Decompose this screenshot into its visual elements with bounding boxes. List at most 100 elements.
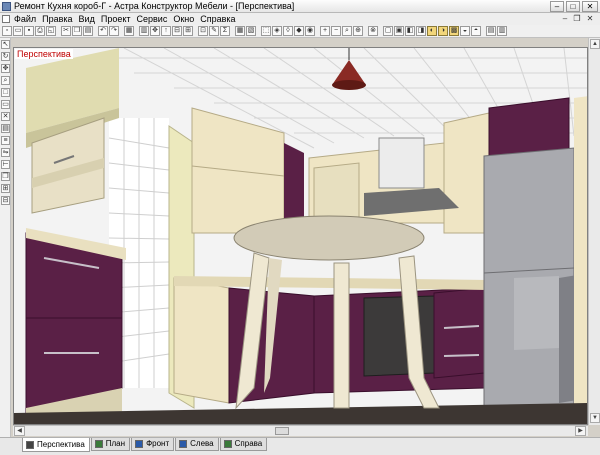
document-icon[interactable]	[2, 15, 10, 23]
tex-icon[interactable]: ▩	[449, 26, 459, 36]
zoom-icon[interactable]: ⌕	[1, 76, 10, 85]
target-icon[interactable]: ⊗	[368, 26, 378, 36]
align-icon[interactable]: ≡	[1, 136, 10, 145]
toolbar-separator	[194, 26, 197, 36]
scroll-down-icon[interactable]: ▼	[590, 413, 600, 423]
right-icon	[223, 440, 232, 448]
undo-icon[interactable]: ↶	[98, 26, 108, 36]
tab-label: Справа	[234, 439, 263, 448]
open-icon[interactable]: ▭	[13, 26, 23, 36]
pointer-icon[interactable]: ↖	[1, 40, 10, 49]
table-icon[interactable]: ▦	[124, 26, 134, 36]
render-icon[interactable]: ◐	[427, 26, 437, 36]
tab-label: Фронт	[146, 439, 170, 448]
shade-icon[interactable]: ◑	[438, 26, 448, 36]
view1-icon[interactable]: ▢	[383, 26, 393, 36]
toolbar-separator	[316, 26, 319, 36]
zoom-in-icon[interactable]: +	[320, 26, 330, 36]
tab-left[interactable]: Слева	[175, 438, 219, 451]
zoom-all-icon[interactable]: ⊕	[353, 26, 363, 36]
view4-icon[interactable]: ◨	[416, 26, 426, 36]
toolbar-separator	[482, 26, 485, 36]
mat-icon[interactable]: ◉	[305, 26, 315, 36]
frame-icon[interactable]: ⊞	[183, 26, 193, 36]
mdi-restore-button[interactable]: ❐	[572, 14, 582, 23]
scroll-up-icon[interactable]: ▲	[590, 39, 600, 49]
edit-icon[interactable]: ✎	[209, 26, 219, 36]
toolbar-separator	[364, 26, 367, 36]
toolbar-separator	[231, 26, 234, 36]
menu-item-3[interactable]: Проект	[101, 14, 131, 24]
menu-item-6[interactable]: Справка	[200, 14, 235, 24]
copy-icon[interactable]: ❐	[72, 26, 82, 36]
perspective-icon	[26, 440, 34, 449]
save-icon[interactable]: ▪	[24, 26, 34, 36]
lock-icon[interactable]: ⊡	[198, 26, 208, 36]
up-icon[interactable]: ↑	[161, 26, 171, 36]
menu-item-4[interactable]: Сервис	[137, 14, 168, 24]
cam-icon[interactable]: ◓	[471, 26, 481, 36]
toolbar-separator	[257, 26, 260, 36]
menu-item-2[interactable]: Вид	[79, 14, 95, 24]
cube-icon[interactable]: ◈	[272, 26, 282, 36]
ungroup-icon[interactable]: ⊟	[1, 196, 10, 205]
group-icon[interactable]: ⊞	[1, 184, 10, 193]
preview-icon[interactable]: ◱	[46, 26, 56, 36]
measure-icon[interactable]: ⊢	[1, 160, 10, 169]
menu-item-5[interactable]: Окно	[173, 14, 194, 24]
grid-icon[interactable]: ▦	[235, 26, 245, 36]
pan-icon[interactable]: ✥	[1, 64, 10, 73]
mdi-minimize-button[interactable]: –	[560, 14, 570, 23]
light-icon[interactable]: ◒	[460, 26, 470, 36]
perspective-viewport[interactable]: Перспектива	[13, 47, 588, 425]
horizontal-scroll-thumb[interactable]	[275, 427, 289, 435]
tab-label: План	[105, 439, 126, 448]
edge-icon[interactable]: ◊	[283, 26, 293, 36]
scroll-right-icon[interactable]: ▶	[575, 426, 586, 436]
copy-tool-icon[interactable]: ❐	[1, 172, 10, 181]
rotate-icon[interactable]: ↻	[1, 52, 10, 61]
view2-icon[interactable]: ▣	[394, 26, 404, 36]
scroll-left-icon[interactable]: ◀	[14, 426, 25, 436]
front-icon	[135, 440, 144, 448]
print-icon[interactable]: ⎙	[35, 26, 45, 36]
delete-tool-icon[interactable]: ✕	[1, 112, 10, 121]
menu-item-1[interactable]: Правка	[42, 14, 72, 24]
move-icon[interactable]: ✥	[150, 26, 160, 36]
view5-icon[interactable]: ▤	[486, 26, 496, 36]
zoom-out-icon[interactable]: −	[331, 26, 341, 36]
view6-icon[interactable]: ▥	[497, 26, 507, 36]
panel-tool-icon[interactable]: ▭	[1, 100, 10, 109]
menu-item-0[interactable]: Файл	[14, 14, 36, 24]
toolbar-separator	[135, 26, 138, 36]
minimize-button[interactable]: –	[550, 1, 564, 12]
box-tool-icon[interactable]: □	[1, 88, 10, 97]
box-icon[interactable]: ⬚	[261, 26, 271, 36]
redo-icon[interactable]: ↷	[109, 26, 119, 36]
zoom-fit-icon[interactable]: ⌕	[342, 26, 352, 36]
maximize-button[interactable]: □	[566, 1, 580, 12]
sum-icon[interactable]: Σ	[220, 26, 230, 36]
detail-icon[interactable]: ▥	[139, 26, 149, 36]
grid2-icon[interactable]: ▧	[246, 26, 256, 36]
tab-perspective[interactable]: Перспектива	[22, 438, 90, 452]
view3-icon[interactable]: ◧	[405, 26, 415, 36]
mirror-icon[interactable]: ⇋	[1, 148, 10, 157]
layers-icon[interactable]: ▤	[1, 124, 10, 133]
vertical-scrollbar[interactable]: ▲ ▼	[588, 38, 600, 425]
horizontal-scrollbar[interactable]: ◀ ▶	[13, 425, 588, 436]
paint-icon[interactable]: ◆	[294, 26, 304, 36]
toolbar-separator	[120, 26, 123, 36]
new-icon[interactable]: ▫	[2, 26, 12, 36]
tab-label: Слева	[190, 439, 214, 448]
split-icon[interactable]: ⊟	[172, 26, 182, 36]
toolbar-separator	[57, 26, 60, 36]
tab-plan[interactable]: План	[90, 438, 131, 451]
tab-front[interactable]: Фронт	[131, 438, 175, 451]
app-icon	[2, 2, 11, 11]
tab-right[interactable]: Справа	[219, 438, 268, 451]
cut-icon[interactable]: ✂	[61, 26, 71, 36]
close-button[interactable]: ✕	[582, 1, 598, 12]
paste-icon[interactable]: ▤	[83, 26, 93, 36]
mdi-close-button[interactable]: ✕	[585, 14, 595, 23]
